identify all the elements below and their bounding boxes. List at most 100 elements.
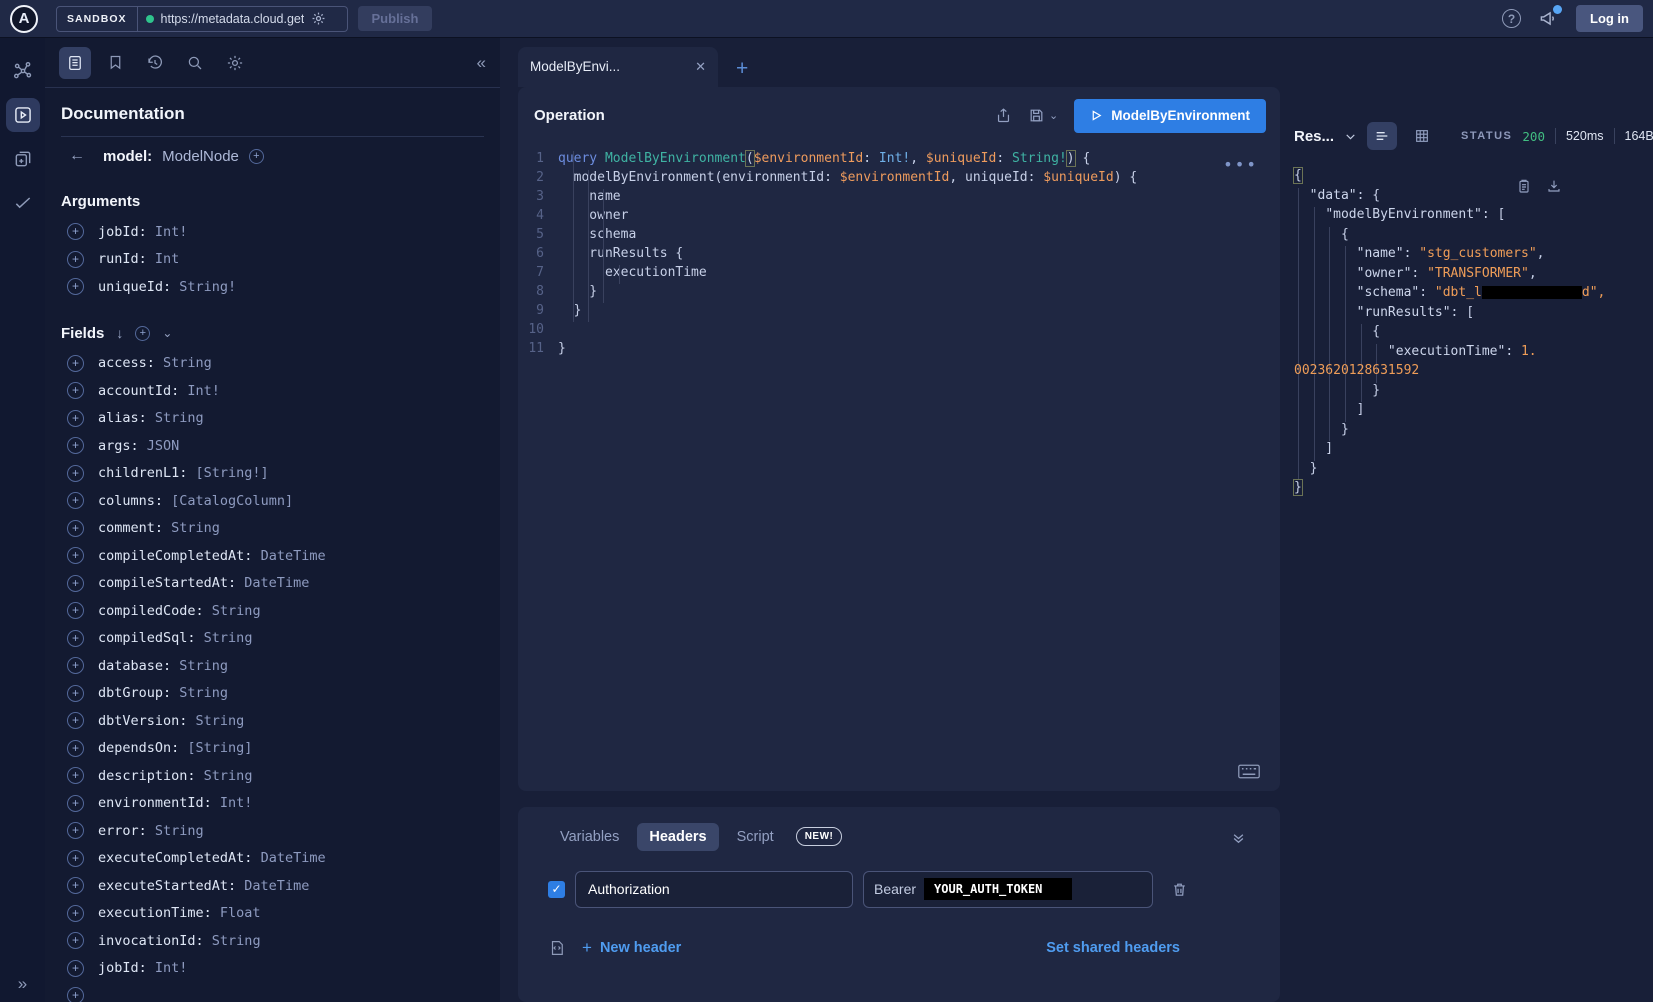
collapse-request-panel-icon[interactable] [1231, 831, 1246, 846]
explorer-settings-gear-icon[interactable] [219, 47, 251, 79]
argument-row[interactable]: +jobId: Int! [61, 218, 484, 246]
field-row[interactable]: +accountId: Int! [61, 377, 484, 405]
field-row[interactable]: +error: String [61, 817, 484, 845]
add-field-icon[interactable]: + [67, 712, 84, 729]
back-arrow-icon[interactable]: ← [61, 147, 93, 165]
add-field-icon[interactable]: + [67, 960, 84, 977]
field-row[interactable]: +comment: String [61, 515, 484, 543]
publish-button[interactable]: Publish [358, 6, 433, 31]
add-field-icon[interactable]: + [67, 382, 84, 399]
raw-view-icon[interactable] [1367, 122, 1397, 150]
add-field-icon[interactable]: + [67, 223, 84, 240]
keyboard-shortcuts-icon[interactable] [1238, 764, 1260, 779]
collapse-panel-icon[interactable]: « [477, 53, 486, 73]
argument-row[interactable]: +runId: Int [61, 246, 484, 274]
checks-icon[interactable] [6, 186, 40, 220]
environment-variables-icon[interactable] [548, 939, 566, 957]
field-row[interactable]: +description: String [61, 762, 484, 790]
save-operation-button[interactable]: ⌄ [1028, 107, 1058, 124]
add-field-icon[interactable]: + [67, 822, 84, 839]
save-chevron-icon[interactable]: ⌄ [1049, 109, 1058, 122]
field-row[interactable]: +access: String [61, 350, 484, 378]
field-row[interactable]: +executeCompletedAt: DateTime [61, 845, 484, 873]
code-line[interactable]: 9 } [518, 303, 1280, 322]
expand-rail-icon[interactable]: » [0, 974, 45, 994]
new-tab-icon[interactable]: + [736, 57, 748, 81]
field-row[interactable]: +database: String [61, 652, 484, 680]
operation-tab[interactable]: ModelByEnvi... ✕ [518, 47, 718, 87]
code-line[interactable]: 2 modelByEnvironment(environmentId: $env… [518, 170, 1280, 189]
add-field-icon[interactable]: + [67, 602, 84, 619]
add-field-icon[interactable]: + [67, 630, 84, 647]
field-row[interactable]: +compileCompletedAt: DateTime [61, 542, 484, 570]
code-line[interactable]: 6 runResults { [518, 246, 1280, 265]
add-field-icon[interactable]: + [67, 767, 84, 784]
add-field-icon[interactable]: + [67, 932, 84, 949]
header-key-input[interactable]: Authorization [575, 871, 853, 908]
explorer-icon[interactable] [6, 98, 40, 132]
field-row[interactable]: + [61, 982, 484, 1002]
add-field-icon[interactable]: + [67, 547, 84, 564]
sort-fields-icon[interactable]: ↓ [116, 325, 123, 341]
add-field-icon[interactable]: + [67, 575, 84, 592]
code-line[interactable]: 10 [518, 322, 1280, 341]
schema-graph-icon[interactable] [6, 54, 40, 88]
code-line[interactable]: 3 name [518, 189, 1280, 208]
run-operation-button[interactable]: ModelByEnvironment [1074, 99, 1266, 133]
field-row[interactable]: +childrenL1: [String!] [61, 460, 484, 488]
announcements-icon[interactable] [1539, 9, 1558, 28]
code-line[interactable]: 4 owner [518, 208, 1280, 227]
field-row[interactable]: +args: JSON [61, 432, 484, 460]
model-type-name[interactable]: ModelNode [162, 148, 239, 165]
new-header-button[interactable]: + New header [582, 938, 681, 958]
tab-variables[interactable]: Variables [548, 823, 631, 851]
editor-menu-icon[interactable]: ••• [1223, 155, 1258, 174]
header-enabled-checkbox[interactable]: ✓ [548, 881, 565, 898]
add-field-icon[interactable]: + [67, 657, 84, 674]
field-row[interactable]: +compiledCode: String [61, 597, 484, 625]
add-field-icon[interactable]: + [67, 877, 84, 894]
field-row[interactable]: +dbtVersion: String [61, 707, 484, 735]
close-tab-icon[interactable]: ✕ [695, 59, 706, 75]
add-field-icon[interactable]: + [67, 437, 84, 454]
delete-header-icon[interactable] [1171, 881, 1188, 898]
field-row[interactable]: +invocationId: String [61, 927, 484, 955]
code-line[interactable]: 11} [518, 341, 1280, 360]
field-row[interactable]: +compileStartedAt: DateTime [61, 570, 484, 598]
add-field-icon[interactable]: + [67, 410, 84, 427]
field-row[interactable]: +executionTime: Float [61, 900, 484, 928]
code-line[interactable]: 7 executionTime [518, 265, 1280, 284]
argument-row[interactable]: +uniqueId: String! [61, 273, 484, 301]
saved-operations-icon[interactable] [99, 47, 131, 79]
add-type-icon[interactable]: + [249, 149, 264, 164]
field-row[interactable]: +compiledSql: String [61, 625, 484, 653]
add-field-icon[interactable]: + [67, 987, 84, 1002]
code-line[interactable]: 8 } [518, 284, 1280, 303]
share-icon[interactable] [995, 107, 1012, 124]
login-button[interactable]: Log in [1576, 5, 1643, 32]
add-field-icon[interactable]: + [67, 740, 84, 757]
add-all-fields-icon[interactable]: + [135, 326, 150, 341]
connection-settings-gear-icon[interactable] [311, 11, 326, 26]
response-chevron-icon[interactable] [1344, 130, 1357, 143]
add-field-icon[interactable]: + [67, 850, 84, 867]
query-editor[interactable]: 1query ModelByEnvironment($environmentId… [518, 145, 1280, 791]
add-field-icon[interactable]: + [67, 905, 84, 922]
field-row[interactable]: +environmentId: Int! [61, 790, 484, 818]
field-row[interactable]: +executeStartedAt: DateTime [61, 872, 484, 900]
add-field-icon[interactable]: + [67, 465, 84, 482]
add-field-icon[interactable]: + [67, 685, 84, 702]
add-field-icon[interactable]: + [67, 355, 84, 372]
field-row[interactable]: +dependsOn: [String] [61, 735, 484, 763]
header-value-input[interactable]: Bearer YOUR_AUTH_TOKEN [863, 871, 1153, 908]
table-view-icon[interactable] [1407, 122, 1437, 150]
help-icon[interactable]: ? [1502, 9, 1521, 28]
tab-script[interactable]: Script [725, 823, 786, 851]
chevron-down-icon[interactable]: ⌄ [162, 326, 172, 340]
add-field-icon[interactable]: + [67, 795, 84, 812]
history-icon[interactable] [139, 47, 171, 79]
documentation-tab-icon[interactable] [59, 47, 91, 79]
field-row[interactable]: +dbtGroup: String [61, 680, 484, 708]
endpoint-url-input[interactable]: https://metadata.cloud.get [138, 6, 348, 32]
add-field-icon[interactable]: + [67, 520, 84, 537]
